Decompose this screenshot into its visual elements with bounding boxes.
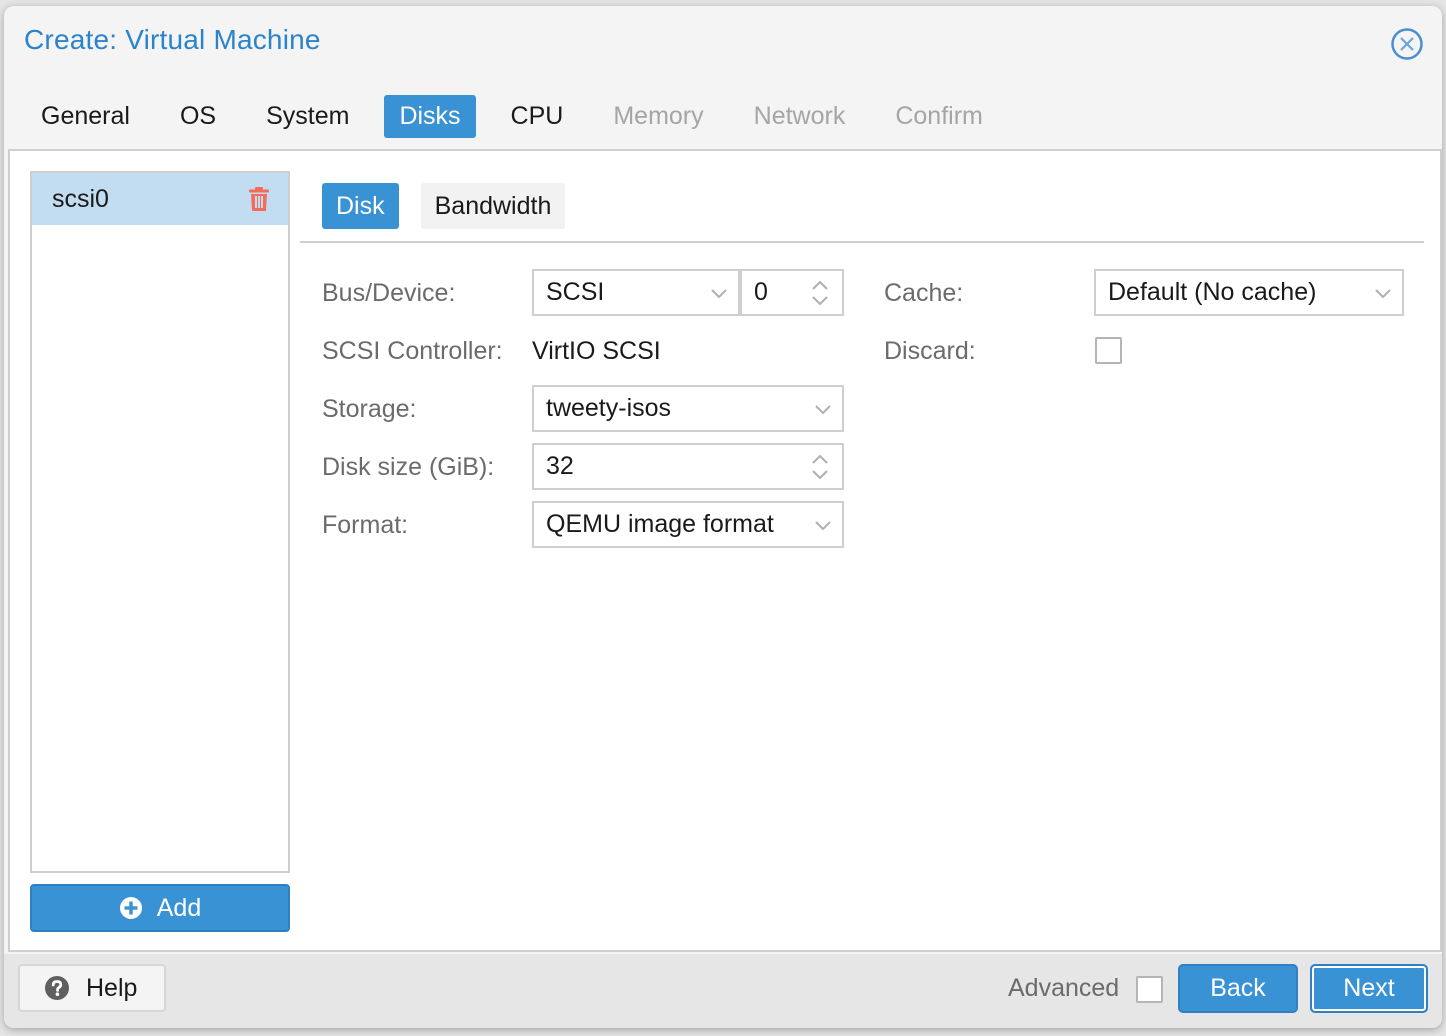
format-select[interactable]: QEMU image format — [532, 501, 844, 548]
storage-label: Storage: — [322, 395, 417, 423]
advanced-label: Advanced — [1008, 974, 1120, 1002]
tab-disks[interactable]: Disks — [384, 94, 476, 138]
spinner-arrows-icon[interactable] — [810, 277, 830, 309]
storage-value: tweety-isos — [546, 394, 672, 422]
help-label: Help — [86, 973, 138, 1002]
add-button-label: Add — [156, 893, 202, 922]
disk-size-label: Disk size (GiB): — [322, 453, 495, 481]
disk-list: scsi0 — [30, 171, 290, 873]
device-number-spinner[interactable]: 0 — [740, 269, 844, 316]
discard-label: Discard: — [884, 337, 976, 365]
disk-size-value: 32 — [546, 452, 574, 480]
discard-checkbox[interactable] — [1095, 337, 1122, 364]
wizard-tabs: General OS System Disks CPU Memory Netwo… — [26, 90, 1018, 142]
next-button[interactable]: Next — [1310, 964, 1428, 1013]
tab-confirm: Confirm — [895, 101, 983, 130]
spinner-arrows-icon[interactable] — [810, 451, 830, 483]
scsi-controller-label: SCSI Controller: — [322, 337, 503, 365]
cache-select[interactable]: Default (No cache) — [1094, 269, 1404, 316]
cache-value: Default (No cache) — [1108, 278, 1317, 306]
question-circle-icon — [45, 976, 69, 1000]
help-button[interactable]: Help — [18, 964, 166, 1012]
disk-list-item[interactable]: scsi0 — [32, 173, 288, 225]
disk-size-input[interactable]: 32 — [532, 443, 844, 490]
chevron-down-icon — [1375, 289, 1391, 299]
bus-select[interactable]: SCSI — [532, 269, 740, 316]
circle-x-icon — [1391, 28, 1423, 60]
create-vm-dialog: Create: Virtual Machine General OS Syste… — [4, 6, 1442, 1028]
scsi-controller-value: VirtIO SCSI — [532, 337, 661, 365]
format-value: QEMU image format — [546, 510, 774, 538]
back-button[interactable]: Back — [1178, 964, 1298, 1013]
format-label: Format: — [322, 511, 409, 539]
device-value: 0 — [754, 278, 768, 306]
chevron-down-icon — [815, 405, 831, 415]
subtab-disk[interactable]: Disk — [322, 183, 399, 229]
tab-os[interactable]: OS — [165, 95, 231, 138]
dialog-title: Create: Virtual Machine — [24, 24, 321, 55]
dialog-footer: Help Advanced Back Next — [4, 954, 1442, 1028]
tab-system[interactable]: System — [251, 95, 364, 138]
wizard-body: scsi0 Add Disk Bandwidth Bus/Device: SCS… — [8, 149, 1442, 952]
tab-memory: Memory — [613, 101, 704, 130]
tab-general[interactable]: General — [26, 95, 145, 138]
cache-label: Cache: — [884, 279, 964, 307]
disk-item-label: scsi0 — [52, 184, 109, 213]
advanced-checkbox[interactable] — [1136, 976, 1163, 1003]
tab-cpu[interactable]: CPU — [496, 95, 579, 138]
plus-circle-icon — [119, 897, 142, 919]
remove-disk-button[interactable] — [248, 186, 270, 212]
disk-subtabs: Disk Bandwidth — [322, 183, 587, 229]
trash-icon — [249, 187, 269, 211]
add-disk-button[interactable]: Add — [30, 884, 290, 932]
chevron-down-icon — [815, 521, 831, 531]
subtab-divider — [300, 241, 1424, 243]
chevron-down-icon — [711, 289, 727, 299]
close-button[interactable] — [1390, 27, 1424, 61]
bus-device-label: Bus/Device: — [322, 279, 456, 307]
storage-select[interactable]: tweety-isos — [532, 385, 844, 432]
subtab-bandwidth[interactable]: Bandwidth — [420, 183, 566, 229]
tab-network: Network — [753, 101, 846, 130]
bus-value: SCSI — [546, 278, 605, 306]
